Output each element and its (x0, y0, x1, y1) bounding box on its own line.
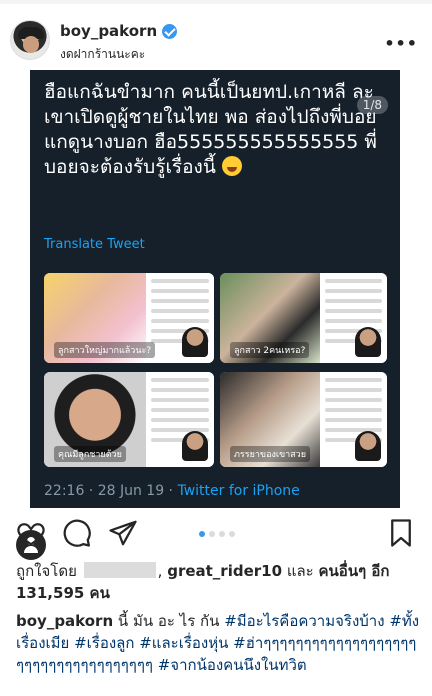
top-divider (0, 0, 432, 4)
caption-text: นี้ มัน อะ ไร กัน (117, 612, 220, 630)
tweet-text: ฮือแกฉันขำมาก คนนี้เป็นยทป.เกาหลี ละเขาเ… (44, 81, 377, 178)
post-header: boy_pakorn งดฝากร้านนะคะ ••• (0, 8, 432, 70)
carousel-dot-active (199, 531, 205, 537)
photo-caption: ลูกสาว 2คนเหรอ? (230, 342, 310, 358)
tweet-photo: คุณมีลูกชายด้วย (44, 372, 214, 467)
username-row: boy_pakorn (60, 22, 178, 40)
tweet-photo: ลูกสาวใหญ่มากแล้วนะ? (44, 273, 214, 363)
likes-prefix: ถูกใจโดย (16, 562, 77, 580)
comment-icon[interactable] (62, 518, 92, 548)
location-label[interactable]: งดฝากร้านนะคะ (60, 45, 145, 64)
username-link[interactable]: boy_pakorn (60, 22, 157, 40)
likes-summary: ถูกใจโดย , great_rider10 และ คนอื่นๆ อีก… (16, 562, 390, 602)
post-media[interactable]: ฮือแกฉันขำมาก คนนี้เป็นยทป.เกาหลี ละเขาเ… (0, 70, 432, 560)
tweet-screenshot: ฮือแกฉันขำมาก คนนี้เป็นยทป.เกาหลี ละเขาเ… (30, 70, 400, 508)
heart-icon[interactable] (16, 518, 46, 548)
photo-caption: ลูกสาวใหญ่มากแล้วนะ? (54, 342, 156, 358)
more-options-icon[interactable]: ••• (384, 36, 418, 52)
photo-caption: คุณมีลูกชายด้วย (54, 446, 126, 462)
carousel-dot (229, 531, 235, 537)
action-bar (0, 514, 432, 554)
likes-and: และ (286, 562, 314, 580)
tweet-photo: ลูกสาว 2คนเหรอ? (220, 273, 387, 363)
carousel-indicator (199, 531, 235, 537)
share-icon[interactable] (108, 518, 138, 548)
tweet-source: Twitter for iPhone (177, 483, 300, 499)
tweet-photo: ภรรยาของเขาสวย (220, 372, 387, 467)
page-counter: 1/8 (356, 96, 388, 114)
avatar[interactable] (10, 20, 50, 60)
translate-tweet-link: Translate Tweet (44, 237, 145, 252)
tweet-time: 22:16 · 28 Jun 19 · (44, 483, 178, 499)
caption-username-link[interactable]: boy_pakorn (16, 612, 113, 630)
verified-badge-icon (162, 23, 178, 39)
photo-caption: ภรรยาของเขาสวย (230, 446, 310, 462)
tweet-timestamp: 22:16 · 28 Jun 19 · Twitter for iPhone (44, 483, 300, 499)
bookmark-icon[interactable] (386, 518, 416, 548)
laughing-emoji-icon (221, 156, 242, 176)
carousel-dot (219, 531, 225, 537)
liker-username-link[interactable]: great_rider10 (167, 562, 282, 580)
post-caption: boy_pakorn นี้ มัน อะ ไร กัน #มีอะไรคือค… (16, 610, 421, 676)
redacted-username (83, 562, 156, 578)
tweet-text-block: ฮือแกฉันขำมาก คนนี้เป็นยทป.เกาหลี ละเขาเ… (44, 80, 392, 180)
carousel-dot (209, 531, 215, 537)
